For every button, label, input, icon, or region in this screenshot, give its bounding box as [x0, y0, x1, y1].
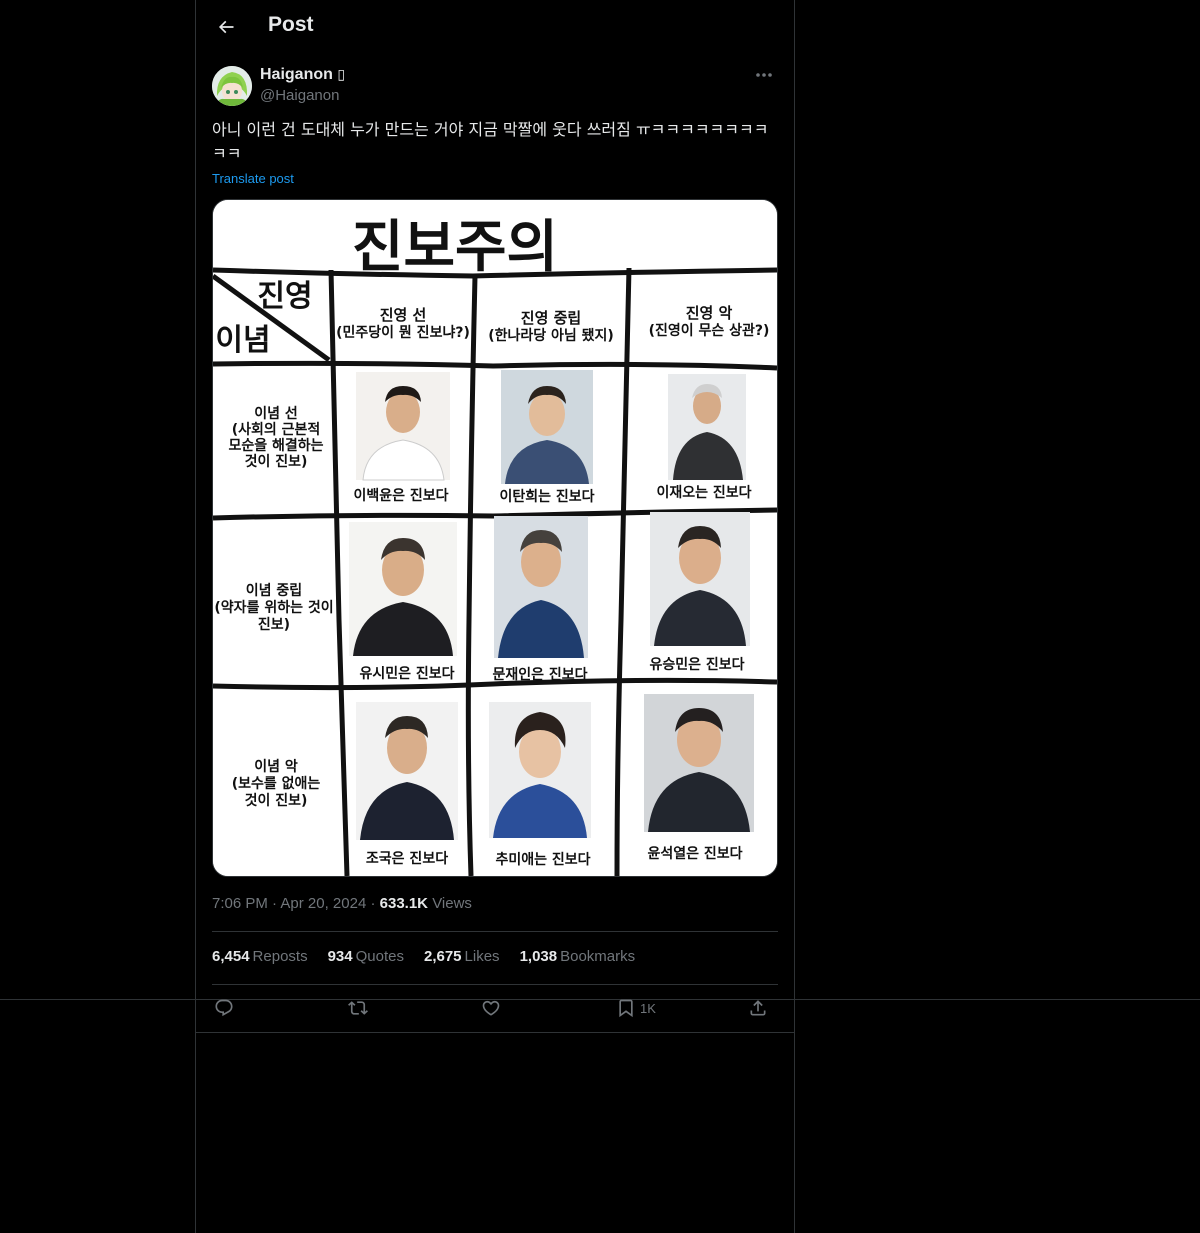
repost-button[interactable] — [348, 990, 368, 1026]
avatar-image — [212, 66, 252, 106]
heart-icon — [482, 1000, 500, 1016]
caption-r3c1: 조국은 진보다 — [366, 850, 448, 867]
action-bar: 1K — [212, 990, 778, 1026]
row-header-2-line3: 진보) — [258, 616, 290, 633]
bookmark-icon — [619, 999, 633, 1018]
caption-r2c3: 유승민은 진보다 — [649, 656, 744, 673]
verified-glyph: ▯ — [337, 66, 346, 82]
post-text: 아니 이런 건 도대체 누가 만드는 거야 지금 막짤에 웃다 쓰러짐 ㅠㅋㅋㅋ… — [212, 120, 769, 163]
post-date[interactable]: Apr 20, 2024 — [280, 895, 366, 912]
bookmarks-stat[interactable]: 1,038 Bookmarks — [520, 948, 636, 965]
reposts-count: 6,454 — [212, 948, 250, 965]
back-button[interactable] — [208, 9, 244, 45]
bookmarks-label: Bookmarks — [560, 948, 636, 965]
caption-r1c1: 이백윤은 진보다 — [353, 487, 448, 504]
engagement-stats: 6,454 Reposts 934 Quotes 2,675 Likes 1,038 B… — [212, 948, 635, 965]
reposts-label: Reposts — [252, 948, 308, 965]
caption-r2c1: 유시민은 진보다 — [359, 665, 454, 682]
portrait-r2c1 — [349, 522, 457, 656]
translate-link[interactable]: Translate post — [212, 171, 294, 186]
portrait-r3c2 — [489, 702, 591, 838]
bookmarks-count: 1,038 — [519, 948, 558, 965]
main-column: Post Haiganon ▯ @Haiganon 아니 이런 건 도대체 누가… — [195, 0, 795, 1233]
reply-button[interactable] — [214, 990, 234, 1026]
post-meta: 7:06 PM · Apr 20, 2024 · 633.1K Views — [212, 895, 472, 912]
column-header-3-line1: 진영 악 — [686, 304, 733, 322]
likes-label: Likes — [464, 948, 500, 965]
quotes-label: Quotes — [355, 948, 404, 965]
views-label: Views — [432, 895, 472, 912]
reply-icon — [215, 999, 233, 1017]
author-handle[interactable]: @Haiganon — [260, 87, 339, 104]
corner-label-top: 진영 — [257, 279, 312, 314]
reposts-stat[interactable]: 6,454 Reposts — [212, 948, 308, 965]
share-icon — [750, 1000, 766, 1016]
row-header-1-line3: 모순을 해결하는 — [228, 437, 323, 454]
portrait-r1c1 — [356, 372, 450, 481]
image-title: 진보주의 — [352, 215, 558, 280]
post-image[interactable]: 진보주의 진영 이념 진영 선 (민주당이 뭔 진보냐?) 진영 중립 (한나라… — [212, 199, 778, 877]
author-block: Haiganon ▯ @Haiganon — [212, 64, 778, 108]
portrait-r3c3 — [644, 694, 754, 832]
portrait-r3c1 — [356, 702, 458, 840]
meme-grid: 진보주의 진영 이념 진영 선 (민주당이 뭔 진보냐?) 진영 중립 (한나라… — [213, 200, 777, 876]
avatar[interactable] — [212, 66, 252, 106]
divider — [212, 931, 778, 932]
row-header-1-line4: 것이 진보) — [245, 453, 308, 470]
caption-r3c3: 윤석열은 진보다 — [647, 845, 742, 862]
page-title: Post — [268, 13, 314, 36]
caption-r1c2: 이탄희는 진보다 — [499, 488, 594, 505]
column-header-3-line2: (진영이 무슨 상관?) — [649, 322, 770, 339]
caption-r3c2: 추미애는 진보다 — [495, 851, 590, 868]
quotes-count: 934 — [327, 948, 353, 965]
bookmark-count: 1K — [640, 1000, 656, 1016]
portrait-r1c2 — [501, 370, 593, 484]
top-bar: Post — [196, 0, 794, 54]
share-button[interactable] — [748, 990, 768, 1026]
row-header-2-line2: (약자를 위하는 것이 — [214, 599, 333, 616]
likes-stat[interactable]: 2,675 Likes — [424, 948, 500, 965]
post-time[interactable]: 7:06 PM — [212, 895, 268, 912]
corner-label-bottom: 이념 — [215, 323, 270, 358]
bookmark-button[interactable]: 1K — [616, 990, 656, 1026]
row-header-1-line2: (사회의 근본적 — [232, 421, 321, 438]
portrait-r2c3 — [650, 512, 750, 646]
author-name[interactable]: Haiganon ▯ — [260, 66, 345, 84]
column-header-2-line2: (한나라당 아님 됐지) — [488, 327, 614, 344]
views-count: 633.1K — [379, 895, 429, 912]
column-header-2-line1: 진영 중립 — [521, 309, 581, 327]
arrow-left-icon — [218, 20, 234, 34]
row-header-2-line1: 이념 중립 — [246, 582, 302, 599]
repost-icon — [348, 1001, 368, 1015]
column-header-1-line2: (민주당이 뭔 진보냐?) — [336, 324, 470, 341]
portrait-r2c2 — [494, 516, 588, 658]
divider — [212, 984, 778, 985]
divider — [196, 1032, 794, 1033]
quotes-stat[interactable]: 934 Quotes — [328, 948, 404, 965]
more-icon — [756, 73, 772, 77]
caption-r2c2: 문재인은 진보다 — [492, 666, 587, 683]
more-button[interactable] — [750, 64, 778, 86]
meta-separator: · — [370, 895, 380, 912]
portrait-r1c3 — [668, 374, 746, 480]
row-header-3-line2: (보수를 없애는 — [232, 776, 321, 792]
caption-r1c3: 이재오는 진보다 — [656, 484, 751, 501]
column-header-1-line1: 진영 선 — [380, 306, 427, 324]
row-header-3-line3: 것이 진보) — [245, 792, 308, 809]
row-header-1-line1: 이념 선 — [254, 405, 298, 422]
like-button[interactable] — [481, 990, 501, 1026]
row-header-3-line1: 이념 악 — [254, 758, 298, 775]
likes-count: 2,675 — [423, 948, 462, 965]
author-name-text: Haiganon — [260, 66, 333, 83]
